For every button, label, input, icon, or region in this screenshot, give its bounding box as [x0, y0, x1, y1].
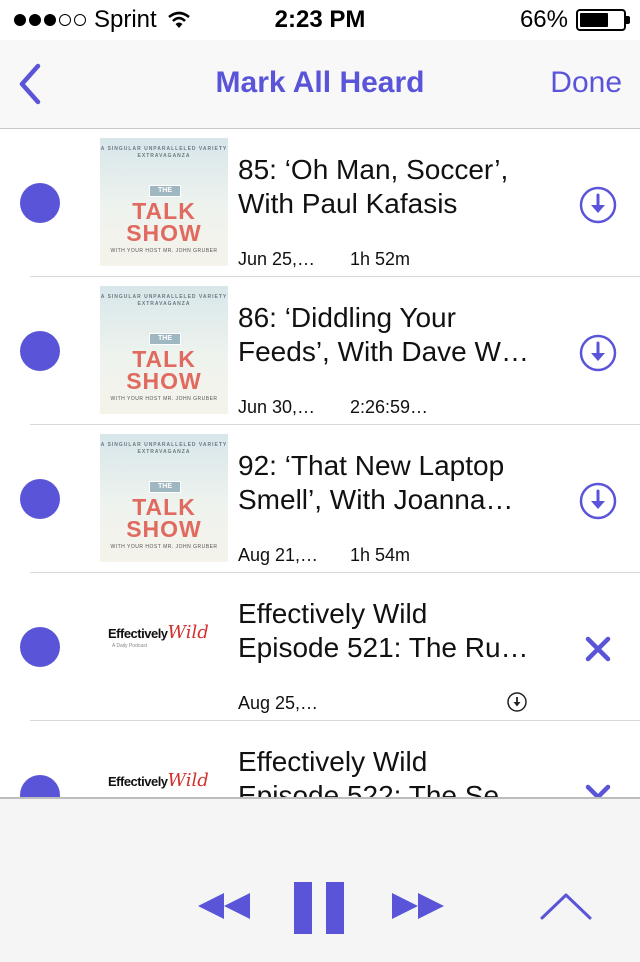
episode-row[interactable]: A SINGULAR UNPARALLELED VARIETY EXTRAVAG…: [20, 277, 640, 425]
delete-download-button[interactable]: [578, 777, 618, 797]
unplayed-indicator[interactable]: [20, 479, 60, 519]
battery-percent: 66%: [519, 6, 568, 33]
logo-subtitle: A Daily Podcast: [112, 643, 148, 649]
chevron-up-icon: [540, 893, 592, 920]
rewind-button[interactable]: [196, 891, 252, 926]
episode-title: Effectively Wild Episode 522: The Se…: [238, 745, 558, 797]
episode-duration: 1h 54m: [350, 545, 411, 565]
artwork-the: THE: [149, 333, 181, 345]
download-icon: [579, 334, 617, 372]
episode-title-line: Episode 522: The Se…: [238, 780, 528, 797]
mini-player: [0, 797, 640, 962]
navigation-bar: Mark All Heard Done: [0, 40, 640, 129]
status-bar: Sprint 2:23 PM 66%: [0, 0, 640, 40]
episode-title-line: Feeds’, With Dave W…: [238, 336, 529, 367]
artwork-tagline: A SINGULAR UNPARALLELED VARIETY EXTRAVAG…: [100, 294, 228, 307]
episode-title-line: Effectively Wild: [238, 598, 428, 629]
podcast-artwork: EffectivelyWild: [100, 730, 228, 797]
done-button[interactable]: Done: [550, 66, 622, 100]
unplayed-indicator[interactable]: [20, 775, 60, 797]
episode-row[interactable]: A SINGULAR UNPARALLELED VARIETY EXTRAVAG…: [20, 129, 640, 277]
mark-all-heard-button[interactable]: Mark All Heard: [0, 66, 640, 100]
effectively-wild-logo: EffectivelyWild: [108, 770, 223, 791]
podcast-artwork: EffectivelyWild A Daily Podcast: [100, 582, 228, 710]
unplayed-indicator[interactable]: [20, 331, 60, 371]
download-icon: [579, 482, 617, 520]
logo-text: Effectively: [108, 774, 168, 789]
artwork-host: WITH YOUR HOST MR. JOHN GRUBER: [110, 544, 218, 550]
pause-icon: [294, 882, 344, 934]
artwork-show: SHOW: [126, 516, 202, 542]
rewind-icon: [198, 893, 250, 919]
episode-title: 92: ‘That New Laptop Smell’, With Joanna…: [238, 449, 558, 517]
logo-text: Effectively: [108, 626, 168, 641]
episode-date: Aug 21,…: [238, 545, 319, 565]
episode-list[interactable]: A SINGULAR UNPARALLELED VARIETY EXTRAVAG…: [0, 129, 640, 797]
pause-button[interactable]: [292, 880, 348, 941]
expand-player-button[interactable]: [538, 891, 594, 926]
episode-title-line: 85: ‘Oh Man, Soccer’,: [238, 154, 509, 185]
delete-download-button[interactable]: [578, 629, 618, 669]
episode-title-line: Smell’, With Joanna…: [238, 484, 514, 515]
episode-title-line: With Paul Kafasis: [238, 188, 458, 219]
podcast-artwork: A SINGULAR UNPARALLELED VARIETY EXTRAVAG…: [100, 286, 228, 414]
download-button[interactable]: [578, 333, 618, 373]
download-button[interactable]: [578, 481, 618, 521]
artwork-show: SHOW: [126, 220, 202, 246]
episode-title: Effectively Wild Episode 521: The Ru…: [238, 597, 558, 665]
episode-title-line: 92: ‘That New Laptop: [238, 450, 505, 481]
episode-title: 85: ‘Oh Man, Soccer’, With Paul Kafasis: [238, 153, 558, 221]
episode-date: Jun 25,…: [238, 249, 316, 269]
battery-fill: [580, 13, 608, 27]
delete-icon: [585, 636, 611, 662]
episode-row[interactable]: EffectivelyWild Effectively Wild Episode…: [20, 721, 640, 797]
logo-text-wild: Wild: [167, 622, 209, 643]
status-right: 66%: [519, 6, 630, 34]
unplayed-indicator[interactable]: [20, 627, 60, 667]
episode-title: 86: ‘Diddling Your Feeds’, With Dave W…: [238, 301, 558, 369]
episode-row[interactable]: A SINGULAR UNPARALLELED VARIETY EXTRAVAG…: [20, 425, 640, 573]
episode-duration: 2:26:59…: [350, 397, 429, 417]
battery-icon: [576, 9, 630, 31]
download-button[interactable]: [578, 185, 618, 225]
episode-duration: 1h 52m: [350, 249, 411, 269]
effectively-wild-logo: EffectivelyWild A Daily Podcast: [108, 622, 223, 649]
downloaded-icon: [507, 692, 527, 712]
artwork-tagline: A SINGULAR UNPARALLELED VARIETY EXTRAVAG…: [100, 442, 228, 455]
fast-forward-button[interactable]: [390, 891, 446, 926]
artwork-the: THE: [149, 185, 181, 197]
podcast-artwork: A SINGULAR UNPARALLELED VARIETY EXTRAVAG…: [100, 138, 228, 266]
episode-title-line: Episode 521: The Ru…: [238, 632, 529, 663]
podcast-artwork: A SINGULAR UNPARALLELED VARIETY EXTRAVAG…: [100, 434, 228, 562]
artwork-the: THE: [149, 481, 181, 493]
download-icon: [579, 186, 617, 224]
episode-date: Aug 25,…: [238, 693, 319, 713]
unplayed-indicator[interactable]: [20, 183, 60, 223]
episode-title-line: 86: ‘Diddling Your: [238, 302, 456, 333]
fast-forward-icon: [392, 893, 444, 919]
episode-title-line: Effectively Wild: [238, 746, 428, 777]
logo-text-wild: Wild: [167, 770, 209, 791]
artwork-host: WITH YOUR HOST MR. JOHN GRUBER: [110, 248, 218, 254]
episode-row[interactable]: EffectivelyWild A Daily Podcast Effectiv…: [20, 573, 640, 721]
artwork-tagline: A SINGULAR UNPARALLELED VARIETY EXTRAVAG…: [100, 146, 228, 159]
artwork-show: SHOW: [126, 368, 202, 394]
delete-icon: [585, 784, 611, 797]
episode-date: Jun 30,…: [238, 397, 316, 417]
artwork-host: WITH YOUR HOST MR. JOHN GRUBER: [110, 396, 218, 402]
